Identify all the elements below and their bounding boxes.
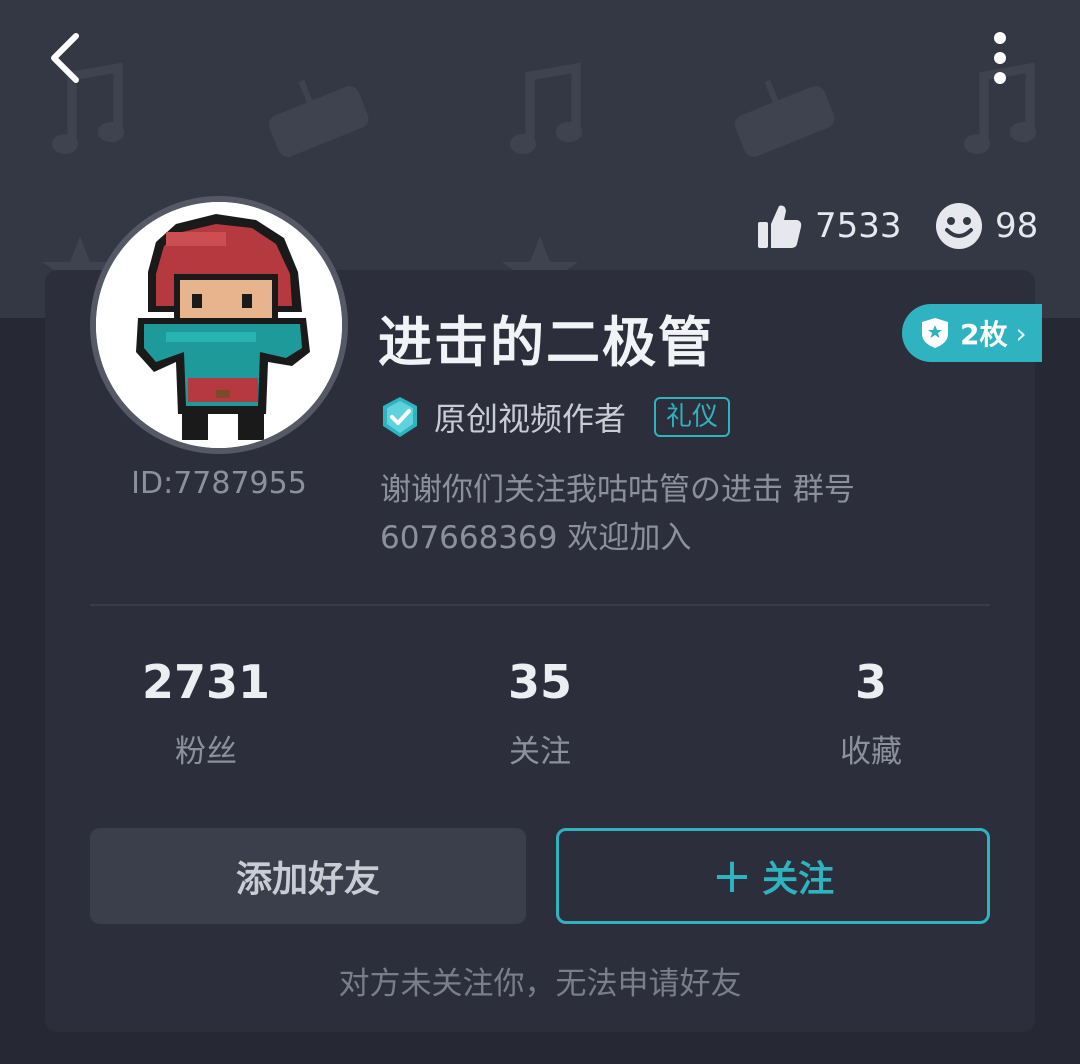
friend-request-notice: 对方未关注你，无法申请好友 <box>338 966 742 1002</box>
shield-star-icon <box>922 318 948 348</box>
stat-following-value: 35 <box>507 655 572 709</box>
divider <box>90 604 990 606</box>
back-button[interactable] <box>38 26 98 90</box>
chevron-right-icon: › <box>1015 316 1027 350</box>
stat-favorites[interactable]: 3 收藏 <box>751 652 991 771</box>
stat-favorites-value: 3 <box>854 655 887 709</box>
username: 进击的二极管 <box>378 311 714 374</box>
stat-favorites-label: 收藏 <box>840 734 902 770</box>
more-vertical-icon <box>994 32 1006 84</box>
follow-button[interactable]: + 关注 <box>556 828 990 924</box>
smile-count: 98 <box>935 198 1038 254</box>
plus-icon: + <box>711 848 753 904</box>
user-id: ID:7787955 <box>131 466 307 501</box>
bio: 谢谢你们关注我咕咕管の进击 群号 607668369 欢迎加入 <box>380 472 855 556</box>
avatar[interactable] <box>90 196 348 454</box>
avatar-image <box>96 202 342 448</box>
pixel-ninja-avatar <box>96 202 342 448</box>
verified-label: 原创视频作者 <box>434 400 627 438</box>
smiley-icon <box>936 203 982 249</box>
etiquette-tag[interactable]: 礼仪 <box>654 397 731 437</box>
add-friend-button[interactable]: 添加好友 <box>90 828 526 924</box>
badge-count-label: 2枚 <box>960 318 1008 351</box>
music-note-decoration <box>510 62 582 154</box>
likes-value: 7533 <box>815 206 902 246</box>
verified-shield-icon <box>383 397 417 437</box>
badge-count-button[interactable]: 2枚 › <box>902 304 1042 362</box>
stat-fans[interactable]: 2731 粉丝 <box>86 652 326 771</box>
verified-row: 原创视频作者 礼仪 <box>380 392 731 442</box>
more-button[interactable] <box>978 26 1022 90</box>
stat-following[interactable]: 35 关注 <box>420 652 660 771</box>
stat-following-label: 关注 <box>509 734 571 770</box>
smile-value: 98 <box>995 206 1039 246</box>
thumbs-up-icon <box>758 205 802 248</box>
gamepad-decoration <box>268 79 369 157</box>
gamepad-decoration <box>734 79 835 157</box>
chevron-left-icon <box>51 33 79 83</box>
likes-count: 7533 <box>755 198 902 254</box>
follow-label: 关注 <box>762 859 835 900</box>
stat-fans-value: 2731 <box>141 655 271 709</box>
stat-fans-label: 粉丝 <box>175 734 237 770</box>
